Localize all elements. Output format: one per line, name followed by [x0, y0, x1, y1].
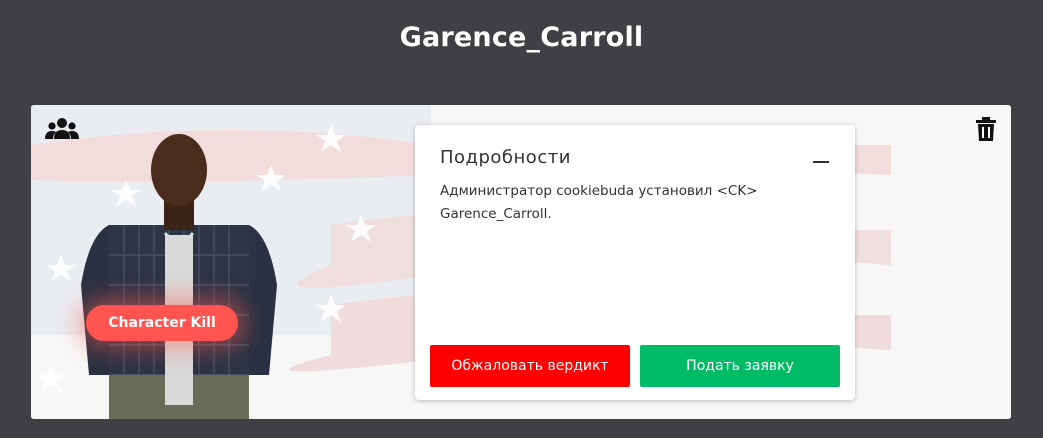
details-text: Администратор cookiebuda установил <CK> …: [440, 183, 758, 222]
appeal-verdict-button[interactable]: Обжаловать вердикт: [430, 345, 630, 387]
character-skin-image: [81, 134, 277, 419]
collapse-minus-icon[interactable]: [813, 161, 829, 163]
character-card: Character Kill Подробности Администратор…: [31, 105, 1011, 419]
details-title: Подробности: [440, 147, 571, 168]
character-kill-badge: Character Kill: [86, 305, 238, 341]
details-panel: Подробности Администратор cookiebuda уст…: [415, 125, 855, 400]
trash-icon[interactable]: [975, 117, 997, 141]
submit-application-button[interactable]: Подать заявку: [640, 345, 840, 387]
page-title: Garence_Carroll: [399, 22, 644, 53]
